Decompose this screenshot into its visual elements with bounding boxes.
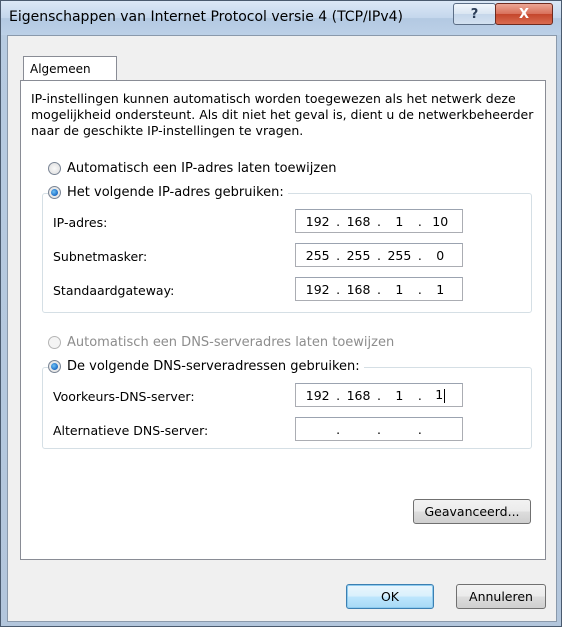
radio-auto-ip-label: Automatisch een IP-adres laten toewijzen [67, 161, 337, 176]
radio-manual-dns-indicator [48, 360, 61, 373]
close-icon: X [518, 6, 530, 22]
ip-dot: . [376, 213, 381, 229]
ip-dot: . [336, 387, 341, 403]
preferred-dns-row: Voorkeurs-DNS-server: 192 . 168 . 1 . 1 [43, 383, 531, 409]
ok-button[interactable]: OK [346, 584, 434, 609]
radio-auto-dns-indicator [48, 336, 61, 349]
preferred-dns-octet-4: 1 [435, 387, 444, 403]
preferred-dns-octet-1: 192 [305, 387, 330, 403]
default-gateway-octet-4: 1 [436, 281, 445, 297]
ip-dot: . [336, 421, 341, 437]
subnet-mask-octet-4: 0 [436, 247, 445, 263]
ip-dot: . [417, 387, 422, 403]
tab-panel-algemeen: IP-instellingen kunnen automatisch worde… [20, 80, 546, 560]
default-gateway-octet-3: 1 [395, 281, 404, 297]
preferred-dns-octet-3: 1 [395, 387, 404, 403]
ip-address-row: IP-adres: 192 . 168 . 1 . 10 [43, 209, 531, 235]
help-button[interactable]: ? [453, 3, 496, 25]
dialog-window: Eigenschappen van Internet Protocol vers… [0, 0, 562, 627]
radio-auto-dns: Automatisch een DNS-serveradres laten to… [48, 335, 399, 350]
advanced-button[interactable]: Geavanceerd... [413, 499, 531, 524]
default-gateway-octet-1: 192 [305, 281, 330, 297]
dialog-client-area: Algemeen IP-instellingen kunnen automati… [7, 35, 557, 622]
ip-dot: . [376, 281, 381, 297]
title-bar[interactable]: Eigenschappen van Internet Protocol vers… [1, 1, 561, 35]
help-icon: ? [470, 6, 479, 22]
tab-algemeen[interactable]: Algemeen [23, 56, 117, 80]
window-title: Eigenschappen van Internet Protocol vers… [9, 9, 403, 25]
ip-dot: . [417, 247, 422, 263]
ip-dot: . [376, 387, 381, 403]
radio-manual-ip-indicator [48, 186, 61, 199]
ip-address-octet-1: 192 [305, 213, 330, 229]
ip-dot: . [336, 281, 341, 297]
radio-manual-ip[interactable]: Het volgende IP-adres gebruiken: [48, 185, 288, 200]
ip-settings-group: IP-adres: 192 . 168 . 1 . 10 Subnetmaske… [42, 193, 532, 313]
subnet-mask-row: Subnetmasker: 255 . 255 . 255 . 0 [43, 243, 531, 269]
preferred-dns-label: Voorkeurs-DNS-server: [53, 389, 195, 404]
preferred-dns-octet-2: 168 [346, 387, 371, 403]
cancel-button[interactable]: Annuleren [456, 584, 546, 609]
ip-dot: . [376, 421, 381, 437]
preferred-dns-octet-4-wrap: 1 [426, 387, 454, 403]
ip-dot: . [417, 281, 422, 297]
ip-address-octet-3: 1 [395, 213, 404, 229]
text-cursor [444, 388, 446, 403]
radio-manual-dns[interactable]: De volgende DNS-serveradressen gebruiken… [48, 359, 364, 374]
default-gateway-octet-2: 168 [346, 281, 371, 297]
radio-manual-ip-label: Het volgende IP-adres gebruiken: [67, 185, 284, 200]
radio-auto-ip[interactable]: Automatisch een IP-adres laten toewijzen [48, 161, 341, 176]
subnet-mask-octet-1: 255 [305, 247, 330, 263]
default-gateway-label: Standaardgateway: [53, 283, 175, 298]
subnet-mask-octet-2: 255 [346, 247, 371, 263]
ip-dot: . [376, 247, 381, 263]
dns-settings-group: Voorkeurs-DNS-server: 192 . 168 . 1 . 1 … [42, 367, 532, 449]
ip-address-input[interactable]: 192 . 168 . 1 . 10 [295, 209, 463, 233]
ip-address-octet-2: 168 [346, 213, 371, 229]
alternate-dns-input[interactable]: . . . [295, 417, 463, 441]
radio-auto-dns-label: Automatisch een DNS-serveradres laten to… [67, 335, 395, 350]
subnet-mask-octet-3: 255 [387, 247, 412, 263]
intro-text: IP-instellingen kunnen automatisch worde… [31, 91, 534, 138]
radio-auto-ip-indicator [48, 162, 61, 175]
ip-address-octet-4: 10 [432, 213, 449, 229]
radio-manual-dns-label: De volgende DNS-serveradressen gebruiken… [67, 359, 360, 374]
subnet-mask-label: Subnetmasker: [53, 249, 148, 264]
ip-address-label: IP-adres: [53, 215, 108, 230]
ip-dot: . [417, 421, 422, 437]
default-gateway-row: Standaardgateway: 192 . 168 . 1 . 1 [43, 277, 531, 303]
alternate-dns-row: Alternatieve DNS-server: . . . [43, 417, 531, 443]
preferred-dns-input[interactable]: 192 . 168 . 1 . 1 [295, 383, 463, 407]
alternate-dns-label: Alternatieve DNS-server: [53, 423, 209, 438]
close-button[interactable]: X [495, 3, 553, 25]
default-gateway-input[interactable]: 192 . 168 . 1 . 1 [295, 277, 463, 301]
ip-dot: . [417, 213, 422, 229]
ip-dot: . [336, 247, 341, 263]
ip-dot: . [336, 213, 341, 229]
subnet-mask-input[interactable]: 255 . 255 . 255 . 0 [295, 243, 463, 267]
